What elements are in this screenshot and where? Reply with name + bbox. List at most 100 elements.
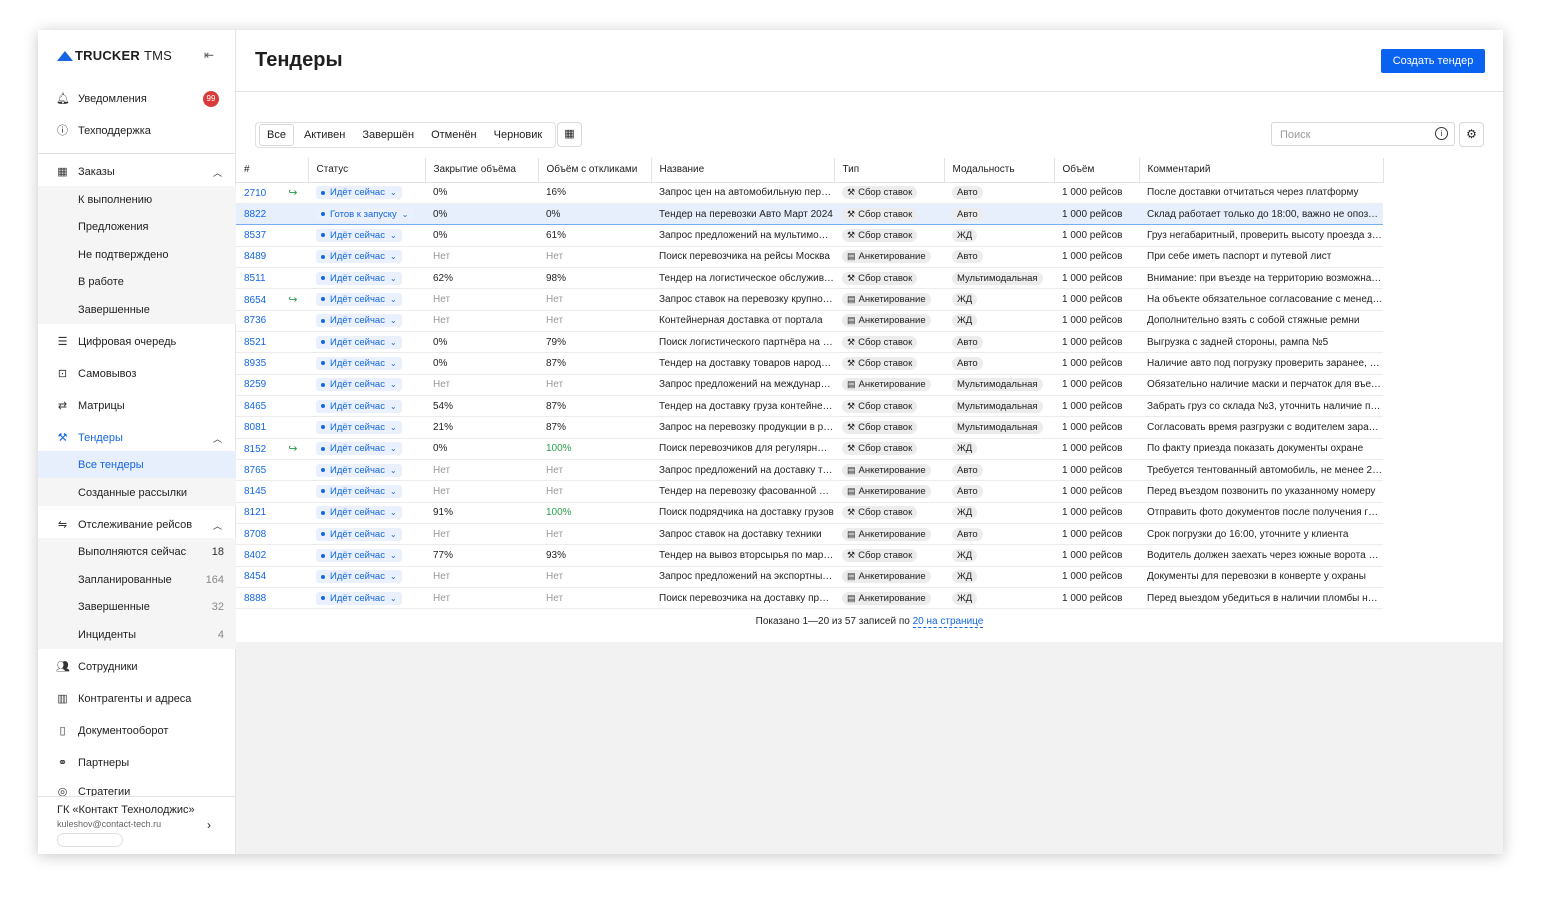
status-dropdown[interactable]: Идёт сейчас ⌄: [316, 591, 402, 605]
tender-id-link[interactable]: 8935: [244, 358, 266, 369]
status-dropdown[interactable]: Идёт сейчас ⌄: [316, 570, 402, 584]
sidebar-item-incidents[interactable]: Инциденты 4: [38, 626, 236, 644]
tender-id-link[interactable]: 8402: [244, 550, 266, 561]
id-cell[interactable]: 8654 ↪: [236, 288, 308, 311]
tender-id-link[interactable]: 8145: [244, 486, 266, 497]
table-row[interactable]: 8454 Идёт сейчас ⌄ Нет Нет Запрос предложений…: [236, 566, 1383, 589]
tab-cancelled[interactable]: Отменён: [424, 125, 484, 145]
id-cell[interactable]: 8402: [236, 544, 308, 567]
tender-id-link[interactable]: 8465: [244, 401, 266, 412]
sidebar-item-offers[interactable]: Предложения: [38, 218, 236, 236]
sidebar-item-support[interactable]: ⓘ Техподдержка: [38, 122, 236, 140]
column-header-comment[interactable]: Комментарий: [1139, 158, 1384, 183]
tender-id-link[interactable]: 8765: [244, 465, 266, 476]
table-row[interactable]: 8935 Идёт сейчас ⌄ 0% 87% Тендер на доставку …: [236, 352, 1383, 375]
table-row[interactable]: 8465 Идёт сейчас ⌄ 54% 87% Тендер на доставку…: [236, 395, 1383, 418]
sidebar-item-unconfirmed[interactable]: Не подтверждено: [38, 246, 236, 264]
column-header-close[interactable]: Закрытие объёма: [425, 158, 539, 183]
id-cell[interactable]: 8259: [236, 374, 308, 396]
status-dropdown[interactable]: Идёт сейчас ⌄: [316, 335, 402, 349]
chevron-right-icon[interactable]: ›: [207, 818, 211, 832]
table-row[interactable]: 8145 Идёт сейчас ⌄ Нет Нет Тендер на перевозк…: [236, 480, 1383, 503]
id-cell[interactable]: 8822: [236, 202, 308, 226]
tender-id-link[interactable]: 8511: [244, 273, 266, 284]
id-cell[interactable]: 8152 ↪: [236, 438, 308, 460]
table-row[interactable]: 8736 Идёт сейчас ⌄ Нет Нет Контейнерная доста…: [236, 310, 1383, 332]
table-row[interactable]: 8521 Идёт сейчас ⌄ 0% 79% Поиск логистическог…: [236, 331, 1383, 354]
sidebar-item-notifications[interactable]: 🔔︎ Уведомления 99: [38, 90, 236, 108]
tender-id-link[interactable]: 8489: [244, 251, 266, 262]
table-row[interactable]: 8152 ↪ Идёт сейчас ⌄ 0% 100% Поиск перевозчико…: [236, 438, 1383, 460]
status-dropdown[interactable]: Идёт сейчас ⌄: [316, 442, 402, 456]
status-dropdown[interactable]: Идёт сейчас ⌄: [316, 378, 402, 392]
id-cell[interactable]: 8081: [236, 416, 308, 439]
table-row[interactable]: 8402 Идёт сейчас ⌄ 77% 93% Тендер на вывоз вт…: [236, 544, 1383, 567]
sidebar-item-pickup[interactable]: ⊡ Самовывоз: [38, 365, 236, 383]
tender-id-link[interactable]: 8152: [244, 444, 266, 455]
tab-finished[interactable]: Завершён: [355, 125, 421, 145]
tender-id-link[interactable]: 8259: [244, 379, 266, 390]
sidebar-item-matrices[interactable]: ⇄ Матрицы: [38, 397, 236, 415]
table-settings-button[interactable]: ⚙: [1459, 122, 1484, 147]
id-cell[interactable]: 8765: [236, 459, 308, 482]
sidebar-item-completed-orders[interactable]: Завершенные: [38, 301, 236, 319]
id-cell[interactable]: 8489: [236, 246, 308, 268]
id-cell[interactable]: 8454: [236, 566, 308, 589]
column-header-type[interactable]: Тип: [834, 158, 945, 183]
sidebar-item-contractors[interactable]: ▥ Контрагенты и адреса: [38, 690, 236, 708]
id-cell[interactable]: 8708: [236, 523, 308, 546]
tender-id-link[interactable]: 8537: [244, 230, 266, 241]
tab-active[interactable]: Активен: [297, 125, 352, 145]
column-header-id[interactable]: #: [236, 158, 309, 183]
sidebar-item-to-execute[interactable]: К выполнению: [38, 191, 236, 209]
tender-id-link[interactable]: 8521: [244, 337, 266, 348]
sidebar-item-running-now[interactable]: Выполняются сейчас 18: [38, 543, 236, 561]
sidebar-item-strategies[interactable]: ◎ Стратегии: [38, 786, 236, 796]
column-header-modality[interactable]: Модальность: [944, 158, 1055, 183]
tender-id-link[interactable]: 8822: [244, 209, 266, 220]
status-dropdown[interactable]: Идёт сейчас ⌄: [316, 506, 402, 520]
tender-id-link[interactable]: 8736: [244, 315, 266, 326]
status-dropdown[interactable]: Идёт сейчас ⌄: [316, 356, 402, 370]
tab-all[interactable]: Все: [259, 124, 294, 146]
info-icon[interactable]: i: [1435, 127, 1448, 140]
sidebar-item-documents[interactable]: ▯ Документооборот: [38, 722, 236, 740]
id-cell[interactable]: 8145: [236, 480, 308, 503]
id-cell[interactable]: 2710 ↪: [236, 182, 308, 204]
per-page-selector[interactable]: 20 на странице: [912, 616, 984, 628]
table-row[interactable]: 8081 Идёт сейчас ⌄ 21% 87% Запрос на перевозк…: [236, 416, 1383, 439]
account-block[interactable]: ГК «Контакт Технолоджис» kuleshov@contac…: [57, 804, 195, 829]
search-input[interactable]: Поиск i: [1271, 122, 1455, 146]
sidebar-item-created-mailings[interactable]: Созданные рассылки: [38, 484, 236, 502]
status-dropdown[interactable]: Идёт сейчас ⌄: [316, 549, 402, 563]
table-row[interactable]: 8654 ↪ Идёт сейчас ⌄ Нет Нет Запрос ставок на …: [236, 288, 1383, 311]
sidebar-item-completed-trips[interactable]: Завершенные 32: [38, 598, 236, 616]
id-cell[interactable]: 8521: [236, 331, 308, 354]
calendar-filter-button[interactable]: ▦: [557, 122, 582, 147]
status-dropdown[interactable]: Готов к запуску ⌄: [316, 207, 414, 221]
id-cell[interactable]: 8537: [236, 224, 308, 247]
id-cell[interactable]: 8465: [236, 395, 308, 418]
status-dropdown[interactable]: Идёт сейчас ⌄: [316, 186, 402, 200]
status-dropdown[interactable]: Идёт сейчас ⌄: [316, 271, 402, 285]
tender-id-link[interactable]: 8654: [244, 295, 266, 306]
sidebar-item-planned[interactable]: Запланированные 164: [38, 571, 236, 589]
column-header-name[interactable]: Название: [651, 158, 835, 183]
tender-id-link[interactable]: 8454: [244, 571, 266, 582]
sidebar-item-partners[interactable]: ⚭ Партнеры: [38, 754, 236, 772]
status-dropdown[interactable]: Идёт сейчас ⌄: [316, 420, 402, 434]
tender-id-link[interactable]: 8708: [244, 529, 266, 540]
collapse-sidebar-icon[interactable]: ⇤: [204, 48, 214, 62]
sidebar-group-tenders[interactable]: ⚒ Тендеры ︿: [38, 429, 236, 447]
table-row[interactable]: 8511 Идёт сейчас ⌄ 62% 98% Тендер на логистич…: [236, 267, 1383, 290]
sidebar-group-tracking[interactable]: ⇋ Отслеживание рейсов ︿: [38, 516, 236, 534]
status-dropdown[interactable]: Идёт сейчас ⌄: [316, 292, 402, 306]
tender-id-link[interactable]: 8081: [244, 422, 266, 433]
table-row[interactable]: 8259 Идёт сейчас ⌄ Нет Нет Запрос предложений…: [236, 374, 1383, 396]
table-row[interactable]: 8822 Готов к запуску ⌄ 0% 0% Тендер на перево…: [236, 202, 1383, 226]
status-dropdown[interactable]: Идёт сейчас ⌄: [316, 314, 402, 328]
id-cell[interactable]: 8935: [236, 352, 308, 375]
create-tender-button[interactable]: Создать тендер: [1381, 49, 1485, 73]
table-row[interactable]: 8765 Идёт сейчас ⌄ Нет Нет Запрос предложений…: [236, 459, 1383, 482]
status-dropdown[interactable]: Идёт сейчас ⌄: [316, 250, 402, 264]
